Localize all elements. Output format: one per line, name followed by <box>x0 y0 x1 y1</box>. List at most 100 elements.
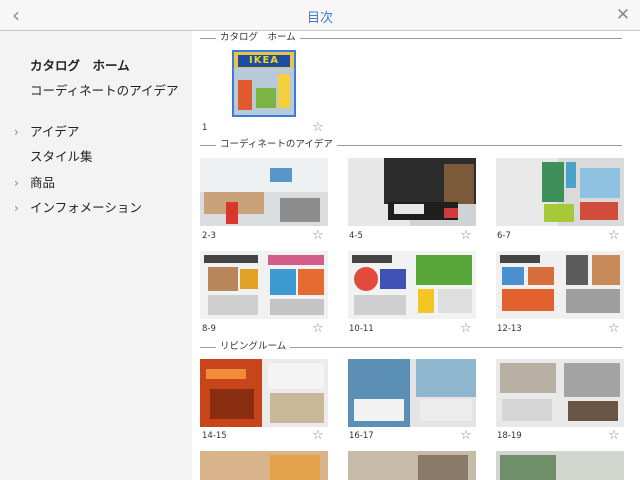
page-number: 16-17 <box>349 431 374 441</box>
sidebar-item-label: 商品 <box>30 175 56 190</box>
page-number: 10-11 <box>349 324 374 334</box>
favorite-star-icon[interactable]: ☆ <box>460 429 472 442</box>
spread-photo <box>270 393 324 423</box>
cover-shelf <box>238 80 252 110</box>
favorite-star-icon[interactable]: ☆ <box>608 429 620 442</box>
close-icon[interactable]: ✕ <box>614 5 632 25</box>
spread-heading <box>352 255 392 263</box>
spread-photo <box>592 255 620 285</box>
sidebar-item-label: コーディネートのアイデア <box>30 83 179 98</box>
spread-photo <box>502 267 524 285</box>
favorite-star-icon[interactable]: ☆ <box>608 229 620 242</box>
page-thumbnail[interactable] <box>348 251 476 319</box>
sidebar-item-label: カタログ ホーム <box>30 58 130 73</box>
favorite-star-icon[interactable]: ☆ <box>312 229 324 242</box>
spread-photo <box>208 267 238 291</box>
favorite-star-icon[interactable]: ☆ <box>312 322 324 335</box>
chevron-right-icon: › <box>14 176 19 190</box>
spread-text <box>502 399 552 421</box>
spread-heading <box>206 369 246 379</box>
spread-text <box>270 299 324 315</box>
spread-photo <box>240 269 258 289</box>
section-header: コーディネートのアイデア <box>200 138 622 152</box>
spread-photo <box>270 269 296 295</box>
page-number: 6-7 <box>497 231 511 241</box>
page-thumbnail[interactable] <box>348 359 476 427</box>
spread-vase <box>566 162 576 188</box>
favorite-star-icon[interactable]: ☆ <box>608 322 620 335</box>
spread-text <box>354 295 406 315</box>
cover-lamp <box>278 74 290 108</box>
spread-lamp <box>270 168 292 182</box>
spread-floor <box>280 198 320 222</box>
page-thumbnail[interactable] <box>200 251 328 319</box>
spread-photo <box>418 289 434 313</box>
page-thumbnail[interactable] <box>348 158 476 226</box>
spread-heading <box>268 255 324 265</box>
spread-photo <box>438 289 472 313</box>
sidebar: カタログ ホーム コーディネートのアイデア › アイデア スタイル集 › 商品 … <box>0 31 192 480</box>
spread-heading <box>500 255 540 263</box>
spread-photo <box>268 363 324 389</box>
sidebar-item-label: インフォメーション <box>30 200 142 215</box>
favorite-star-icon[interactable]: ☆ <box>460 229 472 242</box>
catalog-cover-thumbnail[interactable]: IKEA <box>232 50 296 117</box>
section-title: カタログ ホーム <box>216 31 300 45</box>
page-number: 1 <box>202 123 208 133</box>
spread-desk <box>580 202 618 220</box>
page-number: 18-19 <box>497 431 522 441</box>
spread-photo <box>298 269 324 295</box>
spread-photo <box>528 267 554 285</box>
chevron-right-icon: › <box>14 125 19 139</box>
sidebar-item-label: アイデア <box>30 124 80 139</box>
spread-wall <box>200 158 328 192</box>
page-thumbnail[interactable] <box>496 451 624 480</box>
spread-photo <box>270 455 320 480</box>
page-number: 2-3 <box>202 231 216 241</box>
page-grid: カタログ ホーム IKEA 1 ☆ コーディネートのアイデア 2-3 ☆ 4-5… <box>192 31 640 480</box>
spread-sofa <box>502 289 554 311</box>
favorite-star-icon[interactable]: ☆ <box>312 429 324 442</box>
page-number: 8-9 <box>202 324 216 334</box>
spread-photo <box>500 363 556 393</box>
spread-photo <box>566 255 588 285</box>
favorite-star-icon[interactable]: ☆ <box>460 322 472 335</box>
page-number: 4-5 <box>349 231 363 241</box>
page-number: 14-15 <box>202 431 227 441</box>
spread-heading <box>204 255 258 263</box>
page-thumbnail[interactable] <box>200 359 328 427</box>
page-thumbnail[interactable] <box>348 451 476 480</box>
spread-photo <box>500 455 556 480</box>
cover-chair <box>256 88 276 108</box>
section-header: リビングルーム <box>200 340 622 354</box>
spread-sofa <box>420 399 472 421</box>
spread-text <box>208 295 258 315</box>
page-thumbnail[interactable] <box>496 359 624 427</box>
top-bar: ‹ 目次 ✕ <box>0 0 640 31</box>
spread-shelf <box>542 162 564 202</box>
sidebar-item-label: スタイル集 <box>30 149 93 164</box>
section-header: カタログ ホーム <box>200 31 622 45</box>
page-thumbnail[interactable] <box>496 251 624 319</box>
spread-chair <box>544 204 574 222</box>
spread-chair <box>226 202 238 224</box>
spread-sofa <box>354 399 404 421</box>
spread-accent <box>444 208 458 218</box>
page-thumbnail[interactable] <box>496 158 624 226</box>
ikea-logo: IKEA <box>238 55 290 67</box>
spread-table <box>568 401 618 421</box>
spread-photo <box>210 389 254 419</box>
page-thumbnail[interactable] <box>200 158 328 226</box>
spread-photo <box>354 267 378 291</box>
spread-cabinet <box>444 164 474 204</box>
page-thumbnail[interactable] <box>200 451 328 480</box>
page-number: 12-13 <box>497 324 522 334</box>
spread-cushion <box>394 204 424 214</box>
spread-window <box>580 168 620 198</box>
section-title: コーディネートのアイデア <box>216 138 337 152</box>
favorite-star-icon[interactable]: ☆ <box>312 121 324 134</box>
page-title: 目次 <box>306 11 333 26</box>
spread-photo <box>380 269 406 289</box>
spread-photo <box>564 363 620 397</box>
spread-photo <box>416 359 476 397</box>
